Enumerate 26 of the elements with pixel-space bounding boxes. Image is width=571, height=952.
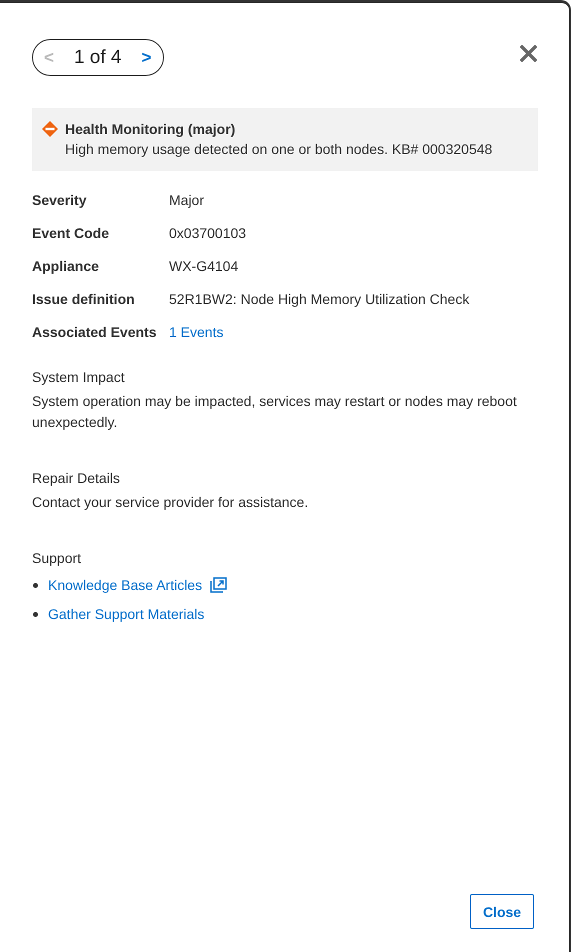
field-label: Appliance [32, 257, 100, 275]
field-value: 52R1BW2: Node High Memory Utilization Check [169, 290, 470, 308]
events-link[interactable]: 1 Events [169, 323, 538, 341]
page-position: 1 of 4 [72, 46, 122, 68]
support-link[interactable]: Gather Support Materials [48, 604, 204, 624]
field-value: Major [169, 191, 206, 209]
field-label: Associated Events [32, 323, 158, 341]
warning-diamond-icon [42, 121, 58, 137]
bullet-icon [33, 612, 38, 616]
alert-message: High memory usage detected on one or both nodes. KB# 000320548 [65, 140, 492, 159]
section-heading: Support [32, 549, 82, 567]
field-value: 0x03700103 [169, 224, 248, 242]
bullet-icon [33, 582, 38, 588]
field-value: WX-G4104 [169, 257, 240, 275]
support-link[interactable]: Knowledge Base Articles [48, 575, 202, 595]
alert-title: Health Monitoring (major) [65, 120, 236, 138]
field-label: Event Code [32, 224, 110, 242]
section-heading: System Impact [32, 368, 126, 386]
section-text: System operation may be impacted, services may restart or nodes may reboot unexpectedly. [32, 392, 518, 432]
field-label: Issue definition [32, 290, 136, 308]
section-text: Contact your service provider for assistance. [32, 493, 310, 512]
section-heading: Repair Details [32, 469, 121, 487]
field-label: Severity [32, 191, 88, 209]
next-button[interactable]: > [139, 48, 154, 68]
close-button[interactable]: Close [470, 894, 534, 929]
close-icon[interactable] [520, 45, 537, 62]
